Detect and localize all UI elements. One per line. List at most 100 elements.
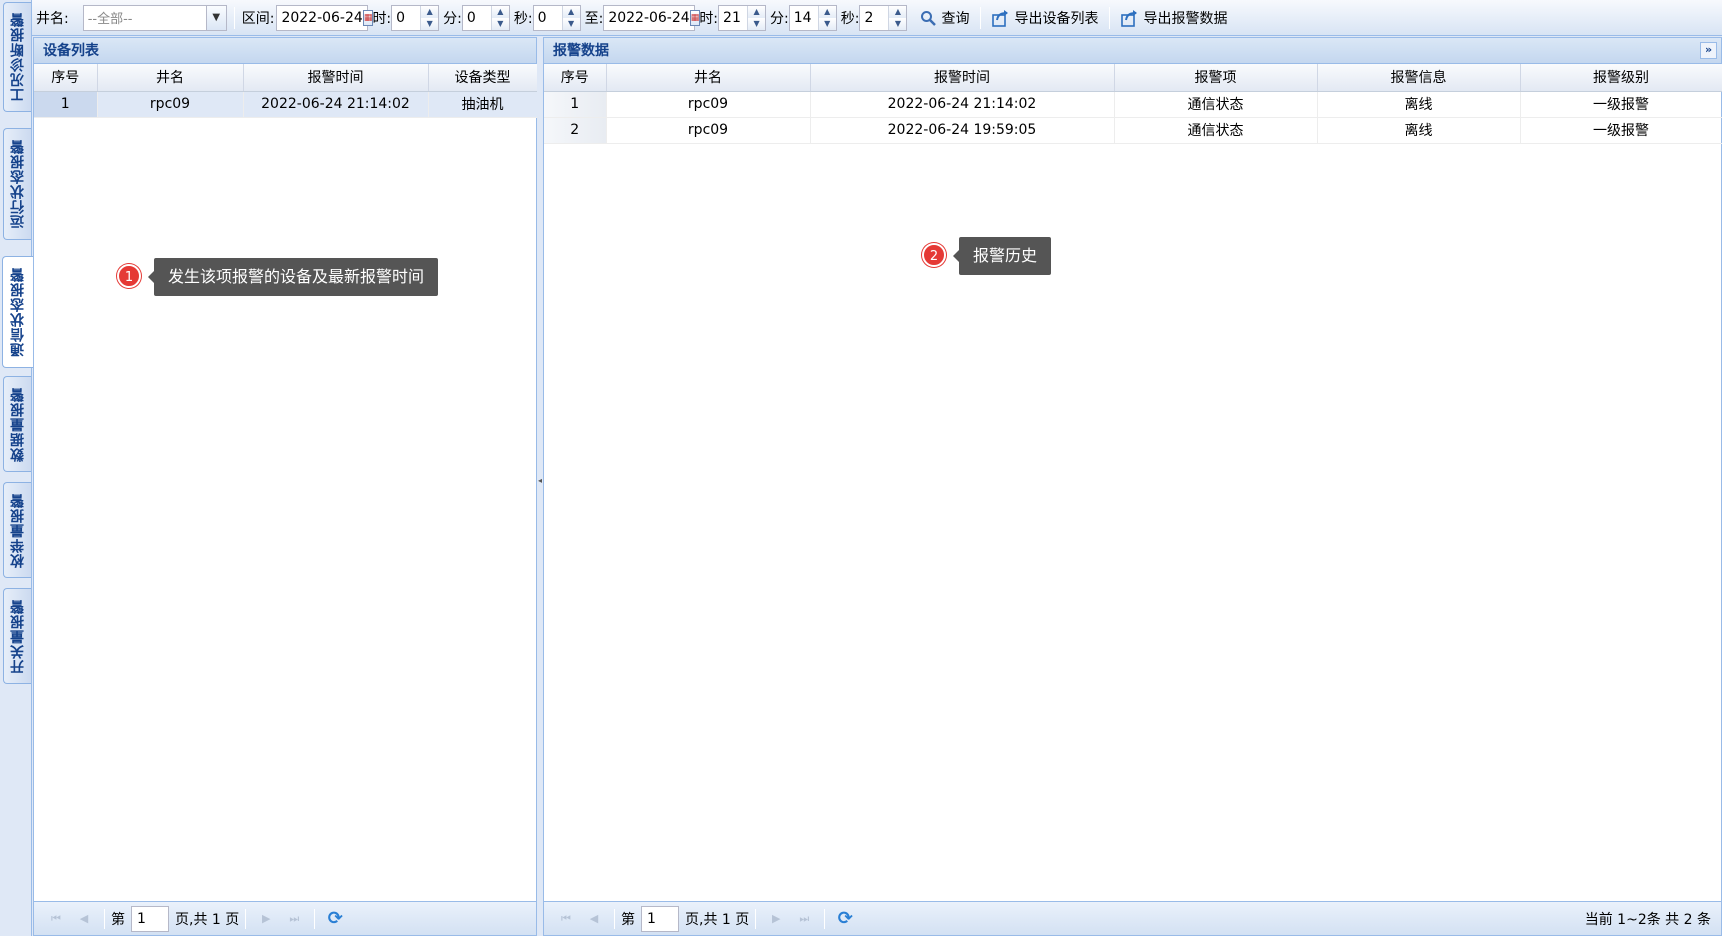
spin-down-icon[interactable]: ▼ — [421, 17, 439, 30]
alarm-pager: ⏮ ◀ 第 1 页,共 1 页 ▶ ⏭ ⟳ 当前 1~2条 共 2 条 — [544, 901, 1721, 935]
tab-diagnosis-alarm[interactable]: 工况诊断报警 — [3, 2, 31, 112]
spin-down-icon[interactable]: ▼ — [818, 17, 836, 30]
spin-down-icon[interactable]: ▼ — [889, 17, 907, 30]
column-header[interactable]: 报警信息 — [1317, 64, 1521, 92]
end-hour-label: 时: — [699, 10, 719, 27]
page-number-input[interactable]: 1 — [641, 905, 679, 932]
spin-up-icon[interactable]: ▲ — [889, 5, 907, 18]
end-minute-label: 分: — [770, 10, 789, 27]
start-minute-spinner[interactable]: 0 ▲ ▼ — [461, 4, 510, 31]
alarm-info-cell: 离线 — [1317, 91, 1521, 118]
column-header[interactable]: 序号 — [544, 64, 607, 92]
alarm-item-cell: 通信状态 — [1114, 91, 1318, 118]
start-second-label: 秒: — [513, 10, 533, 27]
start-hour-label: 时: — [372, 10, 392, 27]
annotation-tooltip: 发生该项报警的设备及最新报警时间 — [147, 258, 439, 296]
query-button[interactable]: 查询 — [919, 8, 969, 28]
well-cell: rpc09 — [606, 117, 811, 144]
spin-down-icon[interactable]: ▼ — [562, 17, 580, 30]
device-pager: ⏮ ◀ 第 1 页,共 1 页 ▶ ⏭ ⟳ — [34, 901, 536, 935]
column-header[interactable]: 序号 — [34, 64, 98, 92]
column-header[interactable]: 报警项 — [1114, 64, 1318, 92]
tab-running-status-alarm[interactable]: 运行状态报警 — [3, 128, 31, 240]
start-second-value: 0 — [537, 9, 547, 26]
tab-label: 工况诊断报警 — [9, 12, 26, 102]
tab-label: 通信状态报警 — [10, 267, 26, 357]
column-header[interactable]: 报警时间 — [810, 64, 1115, 92]
export-icon — [992, 9, 1010, 27]
alarm-time-cell: 2022-06-24 21:14:02 — [243, 91, 429, 118]
column-header[interactable]: 报警时间 — [243, 64, 429, 92]
end-hour-spinner[interactable]: 21 ▲ ▼ — [718, 4, 767, 31]
tab-communication-status-alarm[interactable]: 通信状态报警 — [2, 256, 33, 368]
panel-title: 报警数据 » — [544, 38, 1721, 64]
row-number: 1 — [34, 91, 98, 118]
alarm-time-cell: 2022-06-24 19:59:05 — [810, 117, 1115, 144]
query-button-label: 查询 — [941, 10, 970, 27]
column-header[interactable]: 设备类型 — [428, 64, 538, 92]
spin-up-icon[interactable]: ▲ — [818, 5, 836, 18]
column-header[interactable]: 报警级别 — [1520, 64, 1722, 92]
start-date-field[interactable]: 2022-06-24 ▦ — [276, 4, 374, 31]
table-row[interactable]: 1 rpc09 2022-06-24 21:14:02 抽油机 — [34, 91, 538, 118]
tab-label: 开关量报警 — [9, 598, 26, 674]
next-page-icon[interactable]: ▶ — [765, 908, 787, 930]
table-row[interactable]: 2 rpc09 2022-06-24 19:59:05 通信状态 离线 一级报警 — [544, 117, 1722, 144]
tab-data-alarm[interactable]: 数据量报警 — [3, 376, 31, 472]
panel-title: 设备列表 — [34, 38, 536, 64]
pager-divider — [314, 908, 316, 929]
well-select[interactable]: --全部-- ▼ — [82, 4, 227, 31]
pager-divider — [755, 908, 757, 929]
column-header[interactable]: 井名 — [97, 64, 244, 92]
double-chevron-right-icon[interactable]: » — [1700, 42, 1717, 59]
filter-toolbar: 井名: --全部-- ▼ 区间: 2022-06-24 ▦ 时: 0 ▲ ▼ 分:… — [32, 0, 1722, 36]
last-page-icon[interactable]: ⏭ — [283, 908, 305, 930]
refresh-icon[interactable]: ⟳ — [834, 908, 856, 930]
prev-page-icon[interactable]: ◀ — [583, 908, 605, 930]
tab-switch-alarm[interactable]: 开关量报警 — [3, 588, 31, 684]
start-second-spinner[interactable]: 0 ▲ ▼ — [532, 4, 581, 31]
first-page-icon[interactable]: ⏮ — [45, 908, 67, 930]
well-select-value: --全部-- — [87, 12, 133, 27]
table-row[interactable]: 1 rpc09 2022-06-24 21:14:02 通信状态 离线 一级报警 — [544, 91, 1722, 118]
page-count: 页,共 1 页 — [685, 911, 750, 928]
vertical-tab-strip: 工况诊断报警 运行状态报警 通信状态报警 数据量报警 枚举量报警 开关量报警 — [0, 0, 33, 936]
well-cell: rpc09 — [97, 91, 244, 118]
end-second-spinner[interactable]: 2 ▲ ▼ — [859, 4, 908, 31]
spin-up-icon[interactable]: ▲ — [421, 5, 439, 18]
tab-label: 运行状态报警 — [9, 139, 26, 229]
device-type-cell: 抽油机 — [428, 91, 538, 118]
tab-label: 枚举量报警 — [9, 492, 26, 568]
end-date-field[interactable]: 2022-06-24 ▦ — [603, 4, 701, 31]
first-page-icon[interactable]: ⏮ — [555, 908, 577, 930]
export-alarm-data-button[interactable]: 导出报警数据 — [1121, 8, 1227, 28]
start-hour-spinner[interactable]: 0 ▲ ▼ — [391, 4, 440, 31]
search-icon — [919, 9, 937, 27]
spin-up-icon[interactable]: ▲ — [562, 5, 580, 18]
start-minute-label: 分: — [443, 10, 462, 27]
last-page-icon[interactable]: ⏭ — [793, 908, 815, 930]
pager-divider — [104, 908, 105, 929]
toolbar-divider — [980, 6, 982, 29]
alarm-data-panel: 报警数据 » 序号 井名 报警时间 报警项 报警信息 报警级别 1 rpc09 — [543, 37, 1722, 936]
alarm-level-cell: 一级报警 — [1520, 117, 1722, 144]
spin-down-icon[interactable]: ▼ — [748, 17, 766, 30]
prev-page-icon[interactable]: ◀ — [73, 908, 95, 930]
alarm-table: 序号 井名 报警时间 报警项 报警信息 报警级别 1 rpc09 2022-06… — [544, 64, 1722, 144]
refresh-icon[interactable]: ⟳ — [324, 908, 346, 930]
export-device-list-button[interactable]: 导出设备列表 — [992, 8, 1098, 28]
toolbar-divider — [233, 6, 235, 29]
start-date-value: 2022-06-24 — [281, 9, 363, 26]
spin-up-icon[interactable]: ▲ — [491, 5, 509, 18]
spin-up-icon[interactable]: ▲ — [748, 5, 766, 18]
chevron-down-icon[interactable]: ▼ — [205, 5, 226, 30]
page-number-input[interactable]: 1 — [131, 905, 169, 932]
pager-divider — [245, 908, 247, 929]
export-icon — [1121, 9, 1139, 27]
next-page-icon[interactable]: ▶ — [255, 908, 277, 930]
end-minute-value: 14 — [793, 9, 812, 26]
column-header[interactable]: 井名 — [606, 64, 811, 92]
end-minute-spinner[interactable]: 14 ▲ ▼ — [788, 4, 837, 31]
tab-enum-alarm[interactable]: 枚举量报警 — [3, 482, 31, 578]
spin-down-icon[interactable]: ▼ — [491, 17, 509, 30]
